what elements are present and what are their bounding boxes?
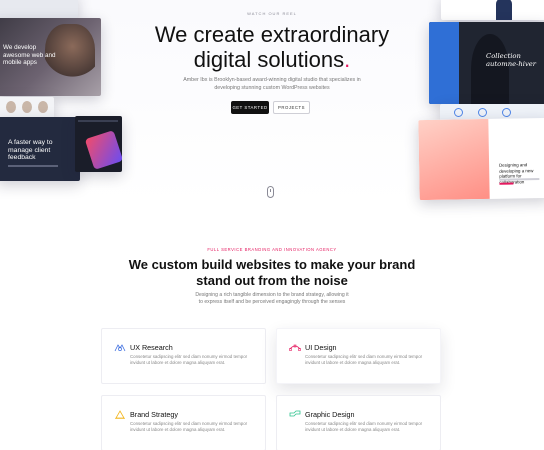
dashboard-chart-panel [418, 118, 490, 201]
page: We develop awesome web and mobile apps A… [0, 0, 544, 450]
services-description: Designing a rich tangible dimension to t… [195, 292, 349, 306]
stat-circle [502, 108, 511, 117]
service-card-text: Consetetur sadipscing elitr sed diam non… [130, 354, 248, 366]
team-photo [38, 101, 48, 113]
brand-strategy-icon [115, 410, 125, 419]
scroll-mouse-icon[interactable] [267, 186, 274, 198]
service-card-text: Consetetur sadipscing elitr sed diam non… [305, 421, 423, 433]
service-card-ux-research[interactable]: UX Research Consetetur sadipscing elitr … [101, 328, 266, 384]
services-title: We custom build websites to make your br… [0, 257, 544, 289]
text-line [8, 165, 58, 167]
team-photo [22, 101, 32, 113]
services-eyebrow: Full service branding and innovation age… [207, 247, 337, 252]
team-photo [6, 101, 16, 113]
hero-title-line1: We create extraordinary [154, 22, 390, 47]
services-title-line2: stand out from the noise [196, 273, 348, 288]
hero-title-dot: . [344, 47, 351, 72]
service-card-ui-design[interactable]: UI Design Consetetur sadipscing elitr se… [276, 328, 441, 384]
service-card-brand-strategy[interactable]: Brand Strategy Consetetur sadipscing eli… [101, 395, 266, 450]
ux-research-icon [114, 344, 126, 352]
hero-eyebrow[interactable]: Watch our reel [0, 11, 544, 16]
phone-image [84, 130, 122, 170]
service-card-title: Brand Strategy [130, 410, 178, 419]
hero-description: Amber Ibx is Brooklyn-based award-winnin… [183, 77, 361, 91]
ui-design-icon [289, 344, 301, 351]
hero-title: We create extraordinary digital solution… [0, 22, 544, 72]
services-title-line1: We custom build websites to make your br… [128, 257, 416, 272]
mockup-screenshot-dashboard: Designing and developing a new platform … [418, 117, 544, 201]
projects-button[interactable]: Projects [273, 101, 310, 114]
get-started-button[interactable]: Get started [231, 101, 269, 114]
stat-circle [454, 108, 463, 117]
graphic-design-icon [289, 410, 301, 417]
person-image [496, 0, 512, 20]
hero-title-line2: digital solutions [193, 47, 345, 72]
mockup-screenshot-feedback: A faster way to manage client feedback [0, 117, 80, 181]
service-card-title: Graphic Design [305, 410, 355, 419]
service-card-title: UX Research [130, 343, 173, 352]
service-card-text: Consetetur sadipscing elitr sed diam non… [305, 354, 423, 366]
mockup-feedback-text: A faster way to manage client feedback [8, 139, 53, 162]
stat-circle [478, 108, 487, 117]
service-card-text: Consetetur sadipscing elitr sed diam non… [130, 421, 248, 433]
mockup-screenshot-top-right [441, 0, 544, 20]
service-card-graphic-design[interactable]: Graphic Design Consetetur sadipscing eli… [276, 395, 441, 450]
accent-line [499, 182, 514, 185]
service-card-title: UI Design [305, 343, 337, 352]
nav-bar [78, 120, 118, 122]
mockup-screenshot-mobile [75, 116, 122, 172]
